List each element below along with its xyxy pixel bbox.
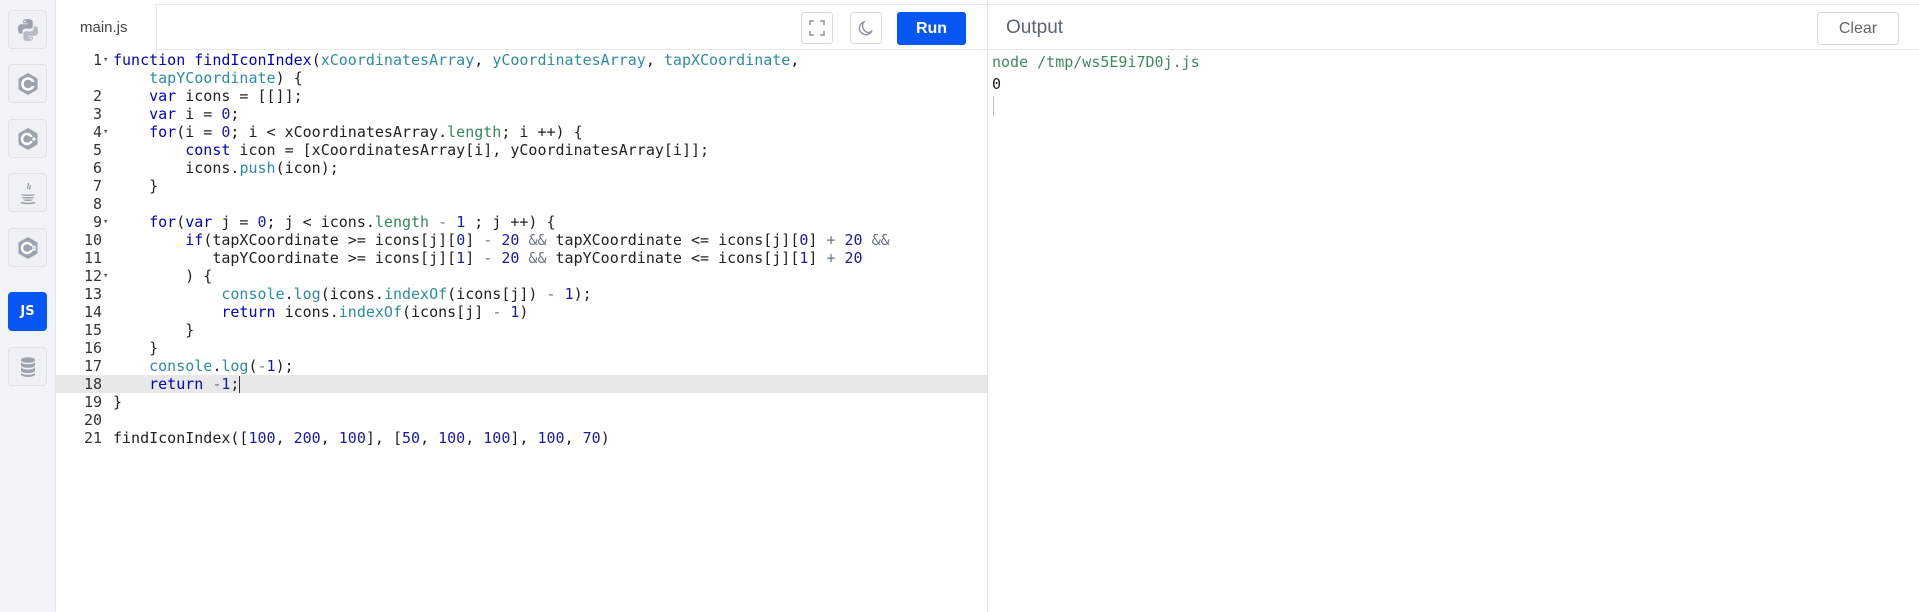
output-result: 0 bbox=[992, 75, 1002, 93]
code-editor[interactable]: 1 ▾ function findIconIndex(xCoordinatesArr… bbox=[56, 51, 987, 612]
code-line[interactable]: 3 var i = 0; bbox=[56, 105, 987, 123]
language-java-button[interactable] bbox=[8, 173, 47, 212]
code-text: const icon = [xCoordinatesArray[i], yCoo… bbox=[185, 141, 710, 159]
code-line[interactable]: 9 ▾ for(var j = 0; j < icons.length - 1 ;… bbox=[56, 213, 987, 231]
output-header: Output Clear bbox=[988, 4, 1919, 50]
code-text: console.log(-1); bbox=[149, 357, 294, 375]
fullscreen-icon bbox=[809, 20, 825, 36]
code-text: icons.push(icon); bbox=[113, 159, 339, 177]
code-text: } bbox=[113, 177, 159, 195]
code-line[interactable]: 7 } bbox=[56, 177, 987, 195]
java-icon bbox=[20, 182, 35, 204]
output-title: Output bbox=[1006, 17, 1064, 38]
clear-button[interactable]: Clear bbox=[1817, 12, 1899, 45]
code-line[interactable]: 16 } bbox=[56, 339, 987, 357]
theme-toggle-button[interactable] bbox=[850, 12, 882, 44]
c-icon bbox=[18, 72, 37, 95]
line-number: 14 bbox=[83, 303, 102, 321]
language-python-button[interactable] bbox=[8, 10, 47, 49]
code-text: tapYCoordinate >= icons[j][1] - 20 && ta… bbox=[113, 249, 863, 267]
code-text: return icons.indexOf(icons[j] - 1) bbox=[221, 303, 529, 321]
output-console[interactable]: node /tmp/ws5E9i7D0j.js 0 bbox=[992, 51, 1912, 116]
code-line[interactable]: 20 bbox=[56, 411, 987, 429]
code-text: var i = 0; bbox=[149, 105, 240, 123]
python-icon bbox=[17, 18, 38, 41]
csharp-icon bbox=[18, 236, 37, 259]
code-text: function findIconIndex(xCoordinatesArray… bbox=[113, 51, 800, 69]
line-number: 1 bbox=[92, 51, 102, 69]
language-sql-button[interactable] bbox=[8, 347, 47, 386]
line-number: 18 bbox=[83, 375, 102, 393]
code-line[interactable]: 17 console.log(-1); bbox=[56, 357, 987, 375]
code-line[interactable]: 5 const icon = [xCoordinatesArray[i], yC… bbox=[56, 141, 987, 159]
fullscreen-button[interactable] bbox=[801, 12, 833, 44]
cpp-icon bbox=[18, 127, 37, 150]
line-number: 4 bbox=[92, 123, 102, 141]
database-icon bbox=[20, 356, 35, 377]
output-cursor bbox=[993, 96, 994, 116]
line-number: 12 bbox=[83, 267, 102, 285]
line-number: 7 bbox=[92, 177, 102, 195]
run-button[interactable]: Run bbox=[897, 12, 966, 45]
line-number: 13 bbox=[83, 285, 102, 303]
code-line[interactable]: tapYCoordinate) { bbox=[56, 69, 987, 87]
language-c-button[interactable] bbox=[8, 64, 47, 103]
line-number: 9 bbox=[92, 213, 102, 231]
code-text: if(tapXCoordinate >= icons[j][0] - 20 &&… bbox=[185, 231, 890, 249]
line-number: 6 bbox=[92, 159, 102, 177]
language-csharp-button[interactable] bbox=[8, 228, 47, 267]
file-tab-main-js[interactable]: main.js bbox=[56, 4, 157, 51]
line-number: 20 bbox=[83, 411, 102, 429]
code-text: } bbox=[113, 393, 123, 411]
moon-icon bbox=[858, 20, 873, 36]
code-line[interactable]: 18 return -1; bbox=[56, 375, 987, 393]
line-number: 16 bbox=[83, 339, 102, 357]
code-text: ) { bbox=[113, 267, 213, 285]
output-command: node /tmp/ws5E9i7D0j.js bbox=[992, 53, 1200, 71]
line-number: 15 bbox=[83, 321, 102, 339]
code-line[interactable]: 12 ▾ ) { bbox=[56, 267, 987, 285]
language-cpp-button[interactable] bbox=[8, 119, 47, 158]
code-text: tapYCoordinate) { bbox=[149, 69, 303, 87]
line-number: 2 bbox=[92, 87, 102, 105]
code-text: return -1; bbox=[149, 375, 241, 393]
line-number: 19 bbox=[83, 393, 102, 411]
code-line[interactable]: 8 bbox=[56, 195, 987, 213]
line-number: 10 bbox=[83, 231, 102, 249]
editor-header: main.js Run bbox=[56, 4, 987, 51]
line-number: 5 bbox=[92, 141, 102, 159]
fold-arrow-icon[interactable]: ▾ bbox=[103, 123, 108, 141]
language-javascript-button[interactable]: JS bbox=[8, 292, 47, 331]
text-cursor bbox=[239, 376, 241, 393]
code-text: } bbox=[113, 339, 159, 357]
code-text: findIconIndex([100, 200, 100], [50, 100,… bbox=[113, 429, 610, 447]
code-line[interactable]: 1 ▾ function findIconIndex(xCoordinatesArr… bbox=[56, 51, 987, 69]
line-number: 8 bbox=[92, 195, 102, 213]
line-number: 17 bbox=[83, 357, 102, 375]
code-text: console.log(icons.indexOf(icons[j]) - 1)… bbox=[221, 285, 592, 303]
fold-arrow-icon[interactable]: ▾ bbox=[103, 267, 108, 285]
fold-arrow-icon[interactable]: ▾ bbox=[103, 213, 108, 231]
code-line[interactable]: 10 if(tapXCoordinate >= icons[j][0] - 20… bbox=[56, 231, 987, 249]
code-line[interactable]: 21 findIconIndex([100, 200, 100], [50, 10… bbox=[56, 429, 987, 447]
line-number: 21 bbox=[83, 429, 102, 447]
code-line[interactable]: 14 return icons.indexOf(icons[j] - 1) bbox=[56, 303, 987, 321]
code-line[interactable]: 13 console.log(icons.indexOf(icons[j]) -… bbox=[56, 285, 987, 303]
code-line[interactable]: 11 tapYCoordinate >= icons[j][1] - 20 &&… bbox=[56, 249, 987, 267]
code-line[interactable]: 19} bbox=[56, 393, 987, 411]
line-number: 3 bbox=[92, 105, 102, 123]
code-text: for(i = 0; i < xCoordinatesArray.length;… bbox=[149, 123, 583, 141]
code-line[interactable]: 2 var icons = [[]]; bbox=[56, 87, 987, 105]
js-icon: JS bbox=[20, 304, 35, 319]
code-text: var icons = [[]]; bbox=[149, 87, 303, 105]
code-text: for(var j = 0; j < icons.length - 1 ; j … bbox=[149, 213, 556, 231]
panel-divider[interactable] bbox=[987, 0, 988, 612]
code-line[interactable]: 15 } bbox=[56, 321, 987, 339]
code-line[interactable]: 6 icons.push(icon); bbox=[56, 159, 987, 177]
line-number: 11 bbox=[83, 249, 102, 267]
language-sidebar: JS bbox=[0, 0, 56, 612]
fold-arrow-icon[interactable]: ▾ bbox=[103, 51, 108, 69]
code-text: } bbox=[113, 321, 195, 339]
code-line[interactable]: 4 ▾ for(i = 0; i < xCoordinatesArray.leng… bbox=[56, 123, 987, 141]
